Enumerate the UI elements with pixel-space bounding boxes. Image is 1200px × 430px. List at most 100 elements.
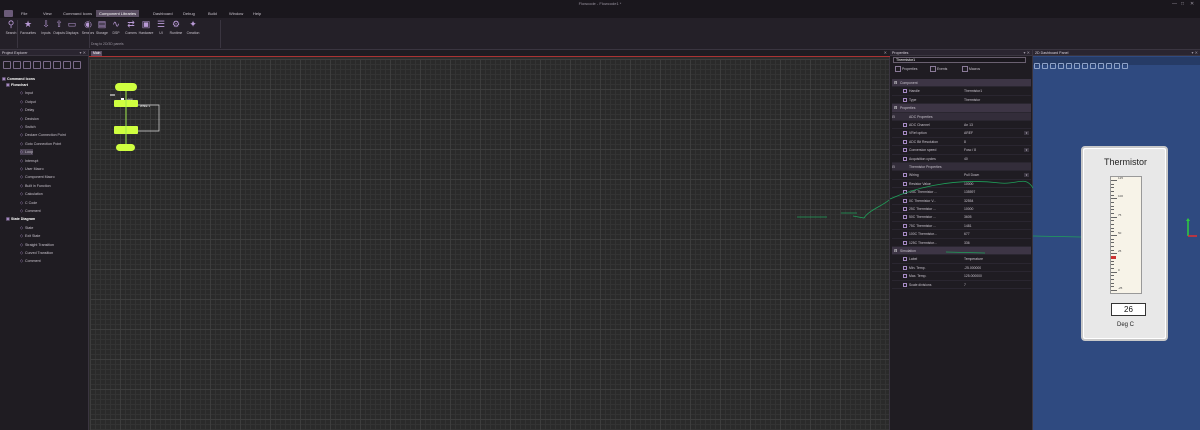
scale-minor-tick [1111, 275, 1114, 277]
menu-help[interactable]: Help [250, 10, 264, 17]
ribbon-favourites-button[interactable]: ★ Favourites [20, 19, 36, 36]
menu-command-icons[interactable]: Command Icons [60, 10, 95, 17]
tree-item[interactable]: ◇ Built in Function [20, 183, 51, 189]
menu-view[interactable]: View [40, 10, 55, 17]
ribbon-runtime-button[interactable]: ⚙ Runtime [168, 19, 184, 36]
tree-item-label: Exit State [25, 234, 41, 239]
dashboard-panel[interactable]: 2D Dashboard Panel ▾ ✕ Thermistor 125 100 7… [1033, 50, 1200, 430]
tree-item[interactable]: ◇ Interrupt [20, 158, 38, 164]
menu-bar: File View Command Icons Component Libraries… [0, 9, 1200, 18]
tree-item-label: Switch [25, 125, 36, 129]
tree-item-label: Goto Connection Point [25, 141, 62, 146]
tree-item[interactable]: ◇ Output [20, 99, 36, 105]
toolbar-icon[interactable] [53, 61, 61, 69]
tree-item[interactable]: ▣State Diagram [6, 216, 35, 222]
ribbon-hardware-button[interactable]: ▣ Hardware [138, 20, 154, 36]
tree-item[interactable]: ◇ Decision [20, 116, 39, 122]
maximize-button[interactable]: □ [1181, 1, 1184, 7]
ribbon-label: Runtime [169, 31, 183, 35]
ribbon-ui-button[interactable]: ☰ UI [153, 20, 169, 36]
temperature-pointer[interactable] [1111, 256, 1116, 259]
toolbar-icon[interactable] [23, 61, 31, 69]
tree-item[interactable]: ◇ Calculation [20, 191, 43, 197]
ribbon-comms-button[interactable]: ⇄ Comms [123, 20, 139, 36]
tree-item[interactable]: ◇ Straight Transition [20, 242, 54, 248]
scale-tick [1111, 253, 1117, 255]
thermistor-component[interactable]: Thermistor 125 100 75 50 25 0 -25 26 Deg C [1081, 146, 1168, 341]
app-menu-icon[interactable] [4, 10, 13, 17]
close-button[interactable]: ✕ [1190, 1, 1194, 7]
menu-file[interactable]: File [18, 10, 30, 17]
menu-build[interactable]: Build [205, 10, 220, 17]
toolbar-icon[interactable] [43, 61, 51, 69]
tree-item[interactable]: ◇ Declare Connection Point [20, 132, 66, 138]
toolbar-icon[interactable] [13, 61, 21, 69]
menu-component-libraries[interactable]: Component Libraries [96, 10, 140, 17]
ribbon: ⚲ Search ★ Favourites ⇩ Inputs ⇧ Outputs ▭ Displa… [0, 18, 1200, 50]
project-explorer: Project Explorer ▾ ✕ ▣Command Icons ▣Flow… [0, 50, 89, 430]
scale-minor-tick [1111, 187, 1114, 189]
properties-panel: Properties ▾ ✕ Thermistor1 Properties Eve… [890, 50, 1033, 430]
scale-tick [1111, 235, 1117, 236]
ribbon-creation-button[interactable]: ✦ Creation [185, 20, 201, 36]
scale-label: 0 [1118, 267, 1120, 272]
ribbon-displays-button[interactable]: ▭ Displays [64, 20, 80, 36]
tree-item[interactable]: ◇ Delay [20, 107, 34, 113]
scale-minor-tick [1111, 205, 1114, 207]
tree-item[interactable]: ◇ Exit State [20, 233, 40, 239]
tree-item-label: Calculation [25, 192, 43, 197]
close-icon[interactable]: ▾ ✕ [80, 50, 86, 55]
star-icon: ★ [23, 19, 33, 29]
menu-debug[interactable]: Debug [180, 10, 198, 17]
flowchart-canvas[interactable]: Main ✕ Loop While 1 [89, 50, 890, 430]
ribbon-separator [220, 20, 221, 48]
tree-item[interactable]: ◇ Goto Connection Point [20, 141, 61, 147]
scale-tick [1111, 271, 1117, 273]
toolbar-icon[interactable] [3, 61, 11, 69]
tree-item[interactable]: ◇ C Code [20, 200, 37, 206]
scale-minor-tick [1111, 227, 1114, 229]
tree-item-label: Curved Transition [25, 251, 54, 255]
scale-minor-tick [1111, 202, 1114, 203]
scale-label: 75 [1118, 212, 1122, 217]
tree-item[interactable]: ◇ State [20, 225, 33, 231]
tree-item[interactable]: ◇ Comment [20, 208, 41, 214]
tree-item-label: User Macro [25, 167, 44, 171]
scale-minor-tick [1111, 238, 1114, 240]
tree-item[interactable]: ◇ User Macro [20, 166, 44, 172]
tree-item[interactable]: ◇ Comment [20, 258, 41, 264]
thermistor-scale[interactable]: 125 100 75 50 25 0 -25 [1110, 176, 1142, 294]
tree-item[interactable]: ▣Flowchart [6, 82, 28, 88]
storage-icon: ▤ [97, 19, 107, 29]
tree-item[interactable]: ◇ Curved Transition [20, 250, 53, 256]
scale-minor-tick [1111, 242, 1114, 244]
menu-window[interactable]: Window [226, 10, 246, 17]
ribbon-label: Comms [125, 31, 137, 35]
scale-tick [1111, 198, 1117, 200]
runtime-icon: ⚙ [171, 19, 181, 29]
ribbon-label: UI [159, 31, 163, 35]
tree-item-label: State Diagram [11, 217, 36, 222]
tree-item[interactable]: ◇ Input [20, 90, 33, 96]
scale-minor-tick [1111, 246, 1114, 247]
scale-minor-tick [1111, 264, 1114, 266]
ribbon-separator [89, 20, 90, 48]
toolbar-icon[interactable] [73, 61, 81, 69]
scale-tick [1111, 290, 1117, 291]
ribbon-dsp-button[interactable]: ∿ DSP [108, 20, 124, 36]
tree-item-label: Built in Function [25, 183, 51, 188]
scale-minor-tick [1111, 191, 1114, 192]
tree-item[interactable]: ◇ Switch [20, 124, 36, 130]
tree-item[interactable]: ◇ Loop [20, 149, 33, 156]
toolbar-icon[interactable] [33, 61, 41, 69]
ribbon-label: Creation [186, 31, 200, 35]
minimize-button[interactable]: — [1172, 1, 1177, 7]
ribbon-label: Hardware [138, 31, 154, 35]
scale-label: -25 [1118, 286, 1123, 290]
toolbar-icon[interactable] [63, 61, 71, 69]
ribbon-label: Displays [65, 31, 79, 35]
ribbon-separator [17, 20, 18, 48]
output-icon: ⇧ [55, 19, 63, 29]
menu-dashboard[interactable]: Dashboard [150, 10, 176, 17]
tree-item[interactable]: ◇ Component Macro [20, 174, 55, 180]
